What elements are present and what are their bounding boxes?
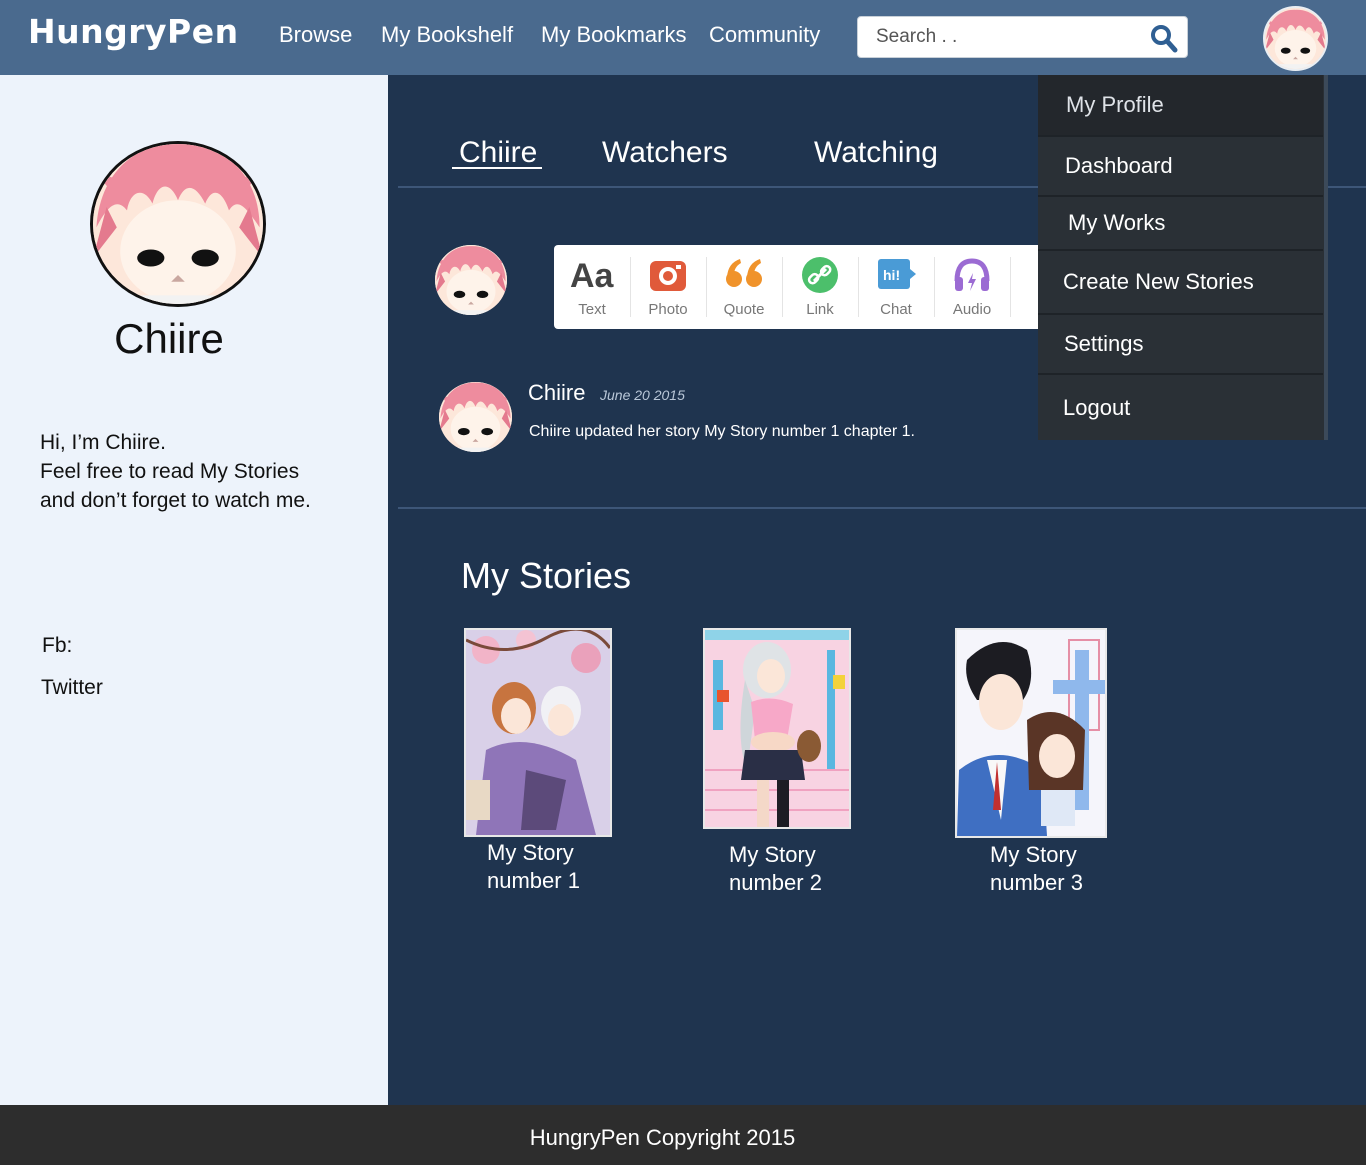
post-type-label: Audio [952, 301, 992, 318]
post-type-label: Link [806, 301, 834, 318]
feed-avatar [439, 382, 512, 452]
nav-browse[interactable]: Browse [279, 22, 352, 48]
menu-item-label: Settings [1064, 331, 1144, 356]
active-tab-indicator [452, 167, 542, 169]
nav-my-bookmarks[interactable]: My Bookmarks [541, 22, 686, 48]
menu-item-logout[interactable]: Logout [1038, 375, 1323, 440]
copyright-text: HungryPen Copyright 2015 [529, 1125, 796, 1150]
post-type-text[interactable]: Aa Text [554, 245, 630, 329]
profile-sidebar: Chiire Hi, I’m Chiire. Feel free to read… [0, 75, 388, 1105]
camera-icon [648, 255, 688, 295]
quote-icon [724, 255, 764, 295]
feed-update-text: Chiire updated her story My Story number… [529, 423, 915, 440]
story-title: My Story number 1 [487, 839, 580, 895]
menu-item-my-profile[interactable]: My Profile [1038, 75, 1323, 135]
search-box [857, 16, 1188, 58]
top-nav-bar: HungryPen Browse My Bookshelf My Bookmar… [0, 0, 1366, 75]
story-cover-image [464, 628, 612, 837]
post-type-audio[interactable]: Audio [934, 245, 1010, 329]
menu-item-label: Dashboard [1065, 153, 1173, 178]
story-title-line: number 1 [487, 868, 580, 893]
user-avatar-menu-toggle[interactable] [1263, 6, 1328, 71]
post-type-label: Text [578, 301, 606, 318]
story-title-line: number 3 [990, 870, 1083, 895]
tab-watchers[interactable]: Watchers [602, 136, 728, 170]
user-dropdown-menu: My Profile Dashboard My Works Create New… [1038, 75, 1328, 440]
nav-community[interactable]: Community [709, 22, 820, 48]
story-title-line: number 2 [729, 870, 822, 895]
menu-item-label: Create New Stories [1063, 269, 1254, 294]
menu-item-label: Logout [1063, 394, 1131, 420]
svg-text:Aa: Aa [570, 257, 615, 295]
menu-item-settings[interactable]: Settings [1038, 315, 1323, 373]
search-input[interactable] [876, 25, 1136, 49]
story-card-3[interactable]: My Story number 3 [955, 628, 1107, 898]
bio-line: and don’t forget to watch me. [40, 489, 311, 512]
tab-profile[interactable]: Chiire [459, 136, 537, 170]
bio-line: Feel free to read My Stories [40, 460, 300, 483]
page-footer: HungryPen Copyright 2015 [0, 1105, 1366, 1165]
twitter-link[interactable]: Twitter [41, 676, 103, 700]
post-type-quote[interactable]: Quote [706, 245, 782, 329]
bio-line: Hi, I’m Chiire. [40, 431, 167, 454]
menu-item-dashboard[interactable]: Dashboard [1038, 137, 1323, 195]
menu-item-create-new-stories[interactable]: Create New Stories [1038, 251, 1323, 313]
headphones-icon [952, 255, 992, 295]
post-type-label: Photo [648, 301, 688, 318]
text-icon: Aa [570, 255, 615, 295]
story-cover-image [703, 628, 851, 829]
story-cover-image [955, 628, 1107, 838]
story-title-line: My Story [487, 840, 574, 865]
post-type-link[interactable]: Link [782, 245, 858, 329]
nav-my-bookshelf[interactable]: My Bookshelf [381, 22, 513, 48]
link-icon [800, 255, 840, 295]
post-type-label: Quote [723, 301, 765, 318]
menu-item-my-works[interactable]: My Works [1038, 197, 1323, 249]
app-logo[interactable]: HungryPen [28, 12, 239, 51]
story-title: My Story number 2 [729, 841, 822, 897]
post-type-photo[interactable]: Photo [630, 245, 706, 329]
profile-avatar [90, 141, 266, 307]
profile-bio: Hi, I’m Chiire. Feel free to read My Sto… [40, 428, 370, 515]
story-card-2[interactable]: My Story number 2 [703, 628, 851, 898]
menu-item-label: My Profile [1066, 92, 1164, 117]
search-icon[interactable] [1149, 23, 1179, 53]
feed-author-name[interactable]: Chiire [528, 380, 585, 406]
post-type-label: Chat [880, 301, 912, 318]
chat-icon: hi! [876, 255, 916, 295]
composer-avatar [435, 245, 507, 315]
profile-name: Chiire [114, 315, 224, 362]
tab-watching[interactable]: Watching [814, 136, 938, 170]
feed-divider [398, 507, 1366, 509]
story-card-1[interactable]: My Story number 1 [464, 628, 612, 898]
feed-date: June 20 2015 [600, 387, 685, 403]
story-title-line: My Story [990, 842, 1077, 867]
post-composer: Aa Text Photo Quote Link hi! Chat Audio [554, 245, 1054, 329]
post-type-chat[interactable]: hi! Chat [858, 245, 934, 329]
story-title-line: My Story [729, 842, 816, 867]
my-stories-heading: My Stories [461, 555, 632, 596]
facebook-link[interactable]: Fb: [42, 634, 72, 658]
menu-item-label: My Works [1068, 210, 1166, 235]
svg-text:hi!: hi! [883, 267, 900, 283]
story-title: My Story number 3 [990, 841, 1083, 897]
